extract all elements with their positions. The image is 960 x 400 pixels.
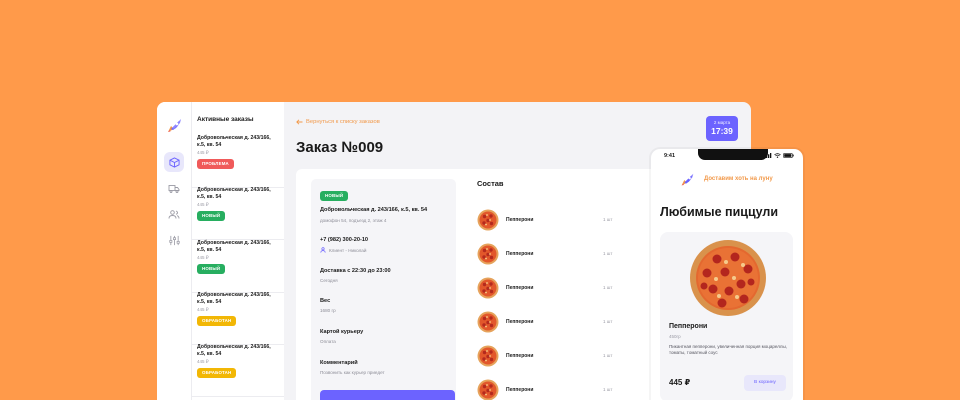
client-phone[interactable]: +7 (982) 300-20-10 xyxy=(320,237,450,244)
product-price: 445 ₽ xyxy=(669,378,691,387)
item-quantity: 1 шт xyxy=(603,387,613,392)
delivery-day: Сегодня xyxy=(320,278,338,283)
time-label: 17:39 xyxy=(711,126,733,136)
item-name: Пепперони xyxy=(506,251,534,257)
client-name: Клиент - Николай xyxy=(329,247,367,253)
brand-tagline: Доставим хоть на луну xyxy=(704,176,773,182)
item-quantity: 1 шт xyxy=(603,353,613,358)
delivery-address: Добровольческая д. 243/166, к.5, кв. 54 xyxy=(320,207,428,213)
pizza-icon xyxy=(477,379,499,400)
battery-icon xyxy=(783,153,794,158)
icon-sidebar xyxy=(157,102,192,400)
address-details: домофон 54, подъезд 2, этаж 4 xyxy=(320,218,387,223)
item-name: Пепперони xyxy=(506,217,534,223)
comment-label: Комментарий xyxy=(320,360,358,366)
weight-value: 1680 гр xyxy=(320,308,336,313)
product-card[interactable]: Пепперони 450гр Пикантная пепперони, уве… xyxy=(660,232,793,400)
page-title: Заказ №009 xyxy=(296,139,384,156)
arrow-left-icon xyxy=(296,119,303,125)
order-price: 445 ₽ xyxy=(197,359,209,364)
order-price: 445 ₽ xyxy=(197,202,209,207)
back-to-orders-link[interactable]: Вернуться к списку заказов xyxy=(296,119,380,125)
client-row: Клиент - Николай xyxy=(320,247,366,253)
order-info-panel: НОВЫЙ Добровольческая д. 243/166, к.5, к… xyxy=(311,179,456,400)
nav-users[interactable] xyxy=(164,204,184,224)
status-time: 9:41 xyxy=(664,153,676,159)
pizza-icon xyxy=(477,277,499,299)
order-address: Добровольческая д. 243/166, к.5, кв. 54 xyxy=(197,292,271,305)
rocket-logo-icon xyxy=(168,119,181,132)
active-orders-panel: Активные заказы Добровольческая д. 243/1… xyxy=(192,102,284,400)
composition-item: Пепперони 1 шт xyxy=(477,277,627,301)
delivery-window: Доставка с 22:30 до 23:00 xyxy=(320,268,391,274)
composition-item: Пепперони 1 шт xyxy=(477,311,627,335)
order-list-item[interactable]: Добровольческая д. 243/166, к.5, кв. 54 … xyxy=(192,344,284,397)
pizza-icon xyxy=(477,345,499,367)
back-link-label: Вернуться к списку заказов xyxy=(306,119,380,125)
payment-method: Картой курьеру xyxy=(320,329,364,335)
order-list-item[interactable]: Добровольческая д. 243/166, к.5, кв. 54 … xyxy=(192,135,284,188)
user-icon xyxy=(320,247,326,253)
orders-title: Активные заказы xyxy=(197,116,254,123)
order-price: 445 ₽ xyxy=(197,150,209,155)
rocket-logo-icon xyxy=(681,173,694,186)
nav-orders[interactable] xyxy=(164,152,184,172)
status-badge-new: НОВЫЙ xyxy=(197,264,226,274)
order-address: Добровольческая д. 243/166, к.5, кв. 54 xyxy=(197,187,271,200)
status-icons xyxy=(764,153,794,158)
sliders-icon xyxy=(168,235,180,245)
status-badge-new: НОВЫЙ xyxy=(197,211,226,221)
composition-item: Пепперони 1 шт xyxy=(477,345,627,369)
order-address: Добровольческая д. 243/166, к.5, кв. 54 xyxy=(197,344,271,357)
item-quantity: 1 шт xyxy=(603,285,613,290)
order-price: 445 ₽ xyxy=(197,307,209,312)
composition-title: Состав xyxy=(477,179,504,188)
truck-icon xyxy=(168,184,180,193)
order-list-item[interactable]: Добровольческая д. 243/166, к.5, кв. 54 … xyxy=(192,240,284,293)
status-badge-processed: ОБРАБОТАН xyxy=(197,368,237,378)
composition-item: Пепперони 1 шт xyxy=(477,243,627,267)
comment-text: Позвонить как курьер приедет xyxy=(320,370,385,375)
order-list-item[interactable]: Добровольческая д. 243/166, к.5, кв. 54 … xyxy=(192,187,284,240)
composition-item: Пепперони 1 шт xyxy=(477,379,627,400)
order-address: Добровольческая д. 243/166, к.5, кв. 54 xyxy=(197,240,271,253)
status-badge-problem: ПРОБЛЕМА xyxy=(197,159,234,169)
composition-list: Состав Пепперони 1 шт Пепперони 1 шт Пеп… xyxy=(477,179,627,400)
product-description: Пикантная пепперони, увеличенная порция … xyxy=(669,344,787,355)
pizza-icon xyxy=(477,243,499,265)
box-icon xyxy=(168,156,180,168)
mobile-app-screen: 9:41 Доставим хоть на луну Любимые пиццу… xyxy=(651,149,803,400)
users-icon xyxy=(168,209,180,219)
date-time-badge: 2 марта 17:39 xyxy=(706,116,738,141)
pizza-icon xyxy=(477,311,499,333)
nav-settings[interactable] xyxy=(164,230,184,250)
order-address: Добровольческая д. 243/166, к.5, кв. 54 xyxy=(197,135,271,148)
item-quantity: 1 шт xyxy=(603,217,613,222)
item-name: Пепперони xyxy=(506,319,534,325)
phone-notch xyxy=(698,149,768,160)
nav-delivery[interactable] xyxy=(164,178,184,198)
order-price: 445 ₽ xyxy=(197,255,209,260)
item-name: Пепперони xyxy=(506,285,534,291)
date-label: 2 марта xyxy=(713,120,731,125)
add-to-cart-button[interactable]: В корзину xyxy=(744,375,786,391)
wifi-icon xyxy=(774,153,781,158)
item-name: Пепперони xyxy=(506,353,534,359)
item-quantity: 1 шт xyxy=(603,251,613,256)
product-name: Пепперони xyxy=(669,323,708,330)
pepperoni-pizza-image xyxy=(690,240,766,316)
screen-title: Любимые пиццули xyxy=(660,205,779,219)
status-badge-processed: ОБРАБОТАН xyxy=(197,316,237,326)
primary-action-button[interactable] xyxy=(320,390,455,400)
order-list-item[interactable]: Добровольческая д. 243/166, к.5, кв. 54 … xyxy=(192,292,284,345)
payment-label: Оплата xyxy=(320,339,336,344)
product-weight: 450гр xyxy=(669,334,681,339)
weight-label: Вес xyxy=(320,298,331,304)
pizza-icon xyxy=(477,209,499,231)
item-quantity: 1 шт xyxy=(603,319,613,324)
item-name: Пепперони xyxy=(506,387,534,393)
composition-item: Пепперони 1 шт xyxy=(477,209,627,233)
status-badge-new: НОВЫЙ xyxy=(320,191,349,201)
signal-icon xyxy=(764,153,772,158)
